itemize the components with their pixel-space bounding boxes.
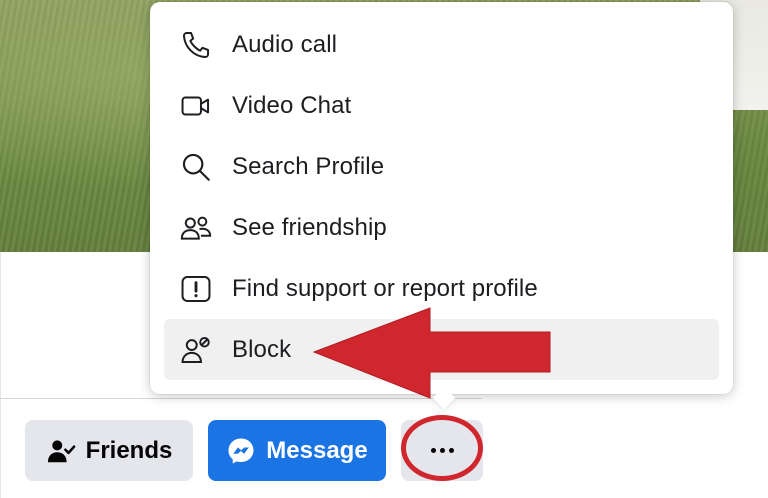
red-annotation-arrow: [312, 307, 551, 399]
profile-card-border: [0, 252, 1, 498]
menu-item-label: Audio call: [232, 30, 338, 58]
menu-item-label: Block: [232, 335, 292, 363]
block-user-icon: [178, 332, 214, 368]
menu-item-label: Search Profile: [232, 152, 385, 180]
friends-button-label: Friends: [85, 436, 173, 464]
search-icon: [178, 149, 214, 185]
more-dots-icon: [430, 448, 454, 453]
message-button-label: Message: [266, 436, 368, 464]
menu-item-video-chat[interactable]: Video Chat: [164, 75, 719, 136]
menu-item-search-profile[interactable]: Search Profile: [164, 136, 719, 197]
menu-item-see-friendship[interactable]: See friendship: [164, 197, 719, 258]
friends-button[interactable]: Friends: [25, 420, 193, 481]
more-options-button[interactable]: [401, 420, 483, 481]
menu-item-audio-call[interactable]: Audio call: [164, 14, 719, 75]
menu-item-label: See friendship: [232, 213, 387, 241]
friends-check-icon: [46, 436, 76, 466]
menu-item-label: Video Chat: [232, 91, 352, 119]
menu-item-label: Find support or report profile: [232, 274, 538, 302]
report-icon: [178, 271, 214, 307]
video-camera-icon: [178, 88, 214, 124]
phone-icon: [178, 27, 214, 63]
friends-icon: [178, 210, 214, 246]
message-button[interactable]: Message: [208, 420, 386, 481]
messenger-icon: [226, 436, 256, 466]
